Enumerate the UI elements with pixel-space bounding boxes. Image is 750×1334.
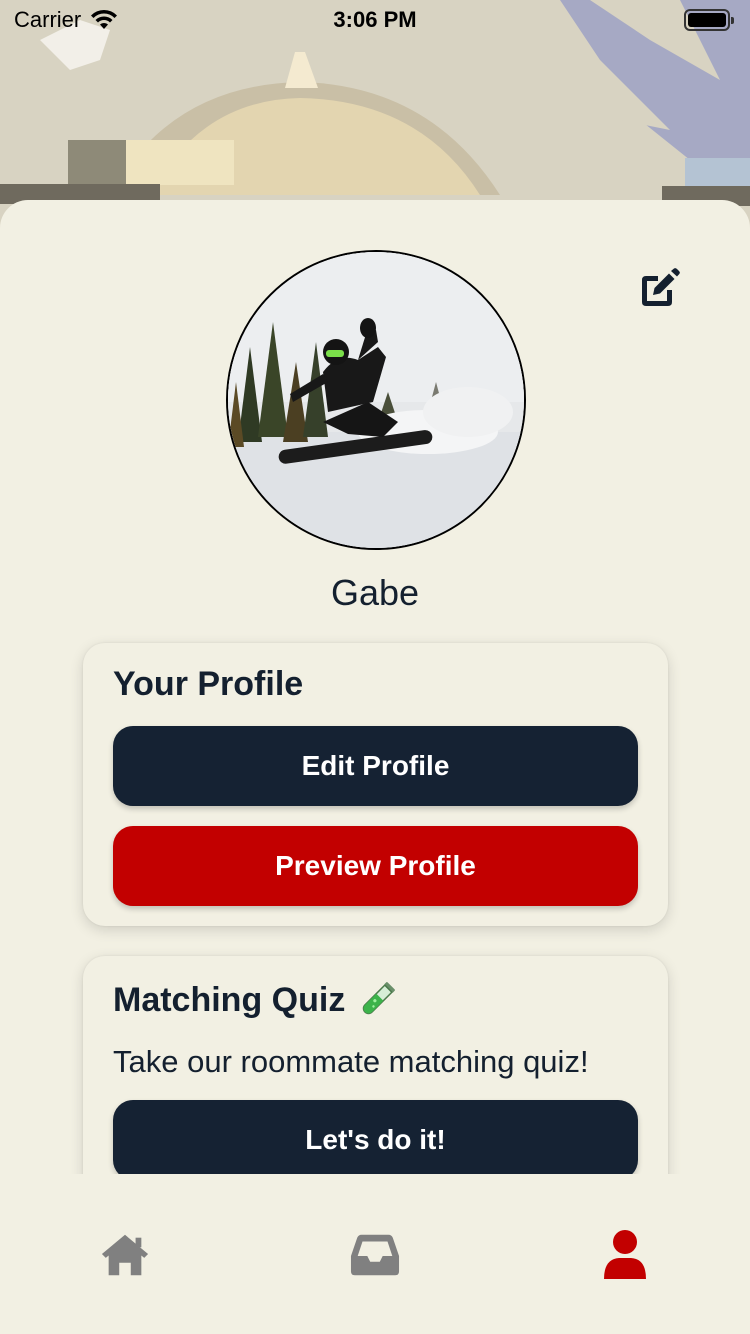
- status-bar: Carrier 3:06 PM: [0, 0, 750, 40]
- avatar: [226, 250, 526, 550]
- carrier-label: Carrier: [14, 7, 82, 32]
- edit-profile-button[interactable]: Edit Profile: [113, 726, 638, 806]
- matching-quiz-description: Take our roommate matching quiz!: [113, 1044, 589, 1079]
- profile-sheet: Gabe Your Profile Edit Profile Preview P…: [0, 200, 750, 1174]
- preview-profile-button[interactable]: Preview Profile: [113, 826, 638, 906]
- edit-icon[interactable]: [636, 268, 680, 312]
- tab-home[interactable]: [100, 1230, 150, 1280]
- user-name: Gabe: [330, 572, 420, 613]
- your-profile-card: Your Profile Edit Profile Preview Profil…: [83, 643, 668, 926]
- wifi-icon: [91, 9, 118, 29]
- user-icon: [604, 1230, 646, 1279]
- home-icon: [101, 1234, 149, 1276]
- tab-inbox[interactable]: [350, 1230, 400, 1280]
- inbox-icon: [350, 1234, 400, 1276]
- battery-icon: [684, 9, 734, 31]
- start-quiz-button[interactable]: Let's do it!: [113, 1100, 638, 1174]
- tab-profile[interactable]: [600, 1230, 650, 1280]
- matching-quiz-title-row: Matching Quiz: [113, 978, 638, 1022]
- matching-quiz-card: Matching Quiz Take our roommate matching…: [83, 956, 668, 1174]
- your-profile-title: Your Profile: [113, 665, 304, 703]
- matching-quiz-title: Matching Quiz: [113, 980, 346, 1019]
- tab-bar: [0, 1174, 750, 1334]
- test-tube-icon: [363, 982, 396, 1015]
